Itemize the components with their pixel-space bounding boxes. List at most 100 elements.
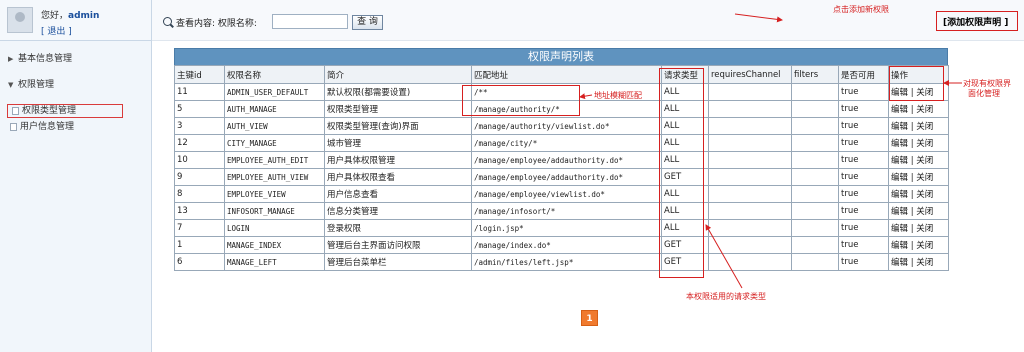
- close-link[interactable]: 关闭: [916, 122, 933, 132]
- cell-method: ALL: [661, 83, 709, 101]
- cell-desc: 权限类型管理: [324, 100, 472, 118]
- table-row: 10 EMPLOYEE_AUTH_EDIT 用户具体权限管理/manage/empl…: [174, 151, 949, 169]
- operations-note-line2: 面化管理: [968, 89, 1000, 98]
- cell-filters: [791, 117, 839, 135]
- sidebar-item-permission-type[interactable]: 权限类型管理: [7, 104, 123, 118]
- cell-channel: [708, 151, 792, 169]
- sidebar-item-label: 权限类型管理: [22, 106, 77, 116]
- cell-desc: 管理后台主界面访问权限: [324, 236, 472, 254]
- cell-desc: 用户信息查看: [324, 185, 472, 203]
- search-icon: [163, 17, 172, 26]
- logout-link[interactable]: [ 退出 ]: [41, 24, 72, 37]
- cell-id: 12: [174, 134, 225, 152]
- close-link[interactable]: 关闭: [916, 139, 933, 149]
- cell-method: GET: [661, 168, 709, 186]
- sidebar-item-label: 用户信息管理: [20, 122, 75, 132]
- close-link[interactable]: 关闭: [916, 207, 933, 217]
- permission-name-input[interactable]: [272, 14, 348, 29]
- table-row: 8 EMPLOYEE_VIEW 用户信息查看/manage/employee/vie…: [174, 185, 949, 203]
- menu-group-permission[interactable]: ▼ 权限管理: [0, 78, 151, 92]
- table-row: 12 CITY_MANAGE 城市管理/manage/city/* ALL true 编辑…: [174, 134, 949, 152]
- cell-enabled: true: [838, 151, 889, 169]
- cell-channel: [708, 185, 792, 203]
- cell-name: MANAGE_INDEX: [224, 236, 325, 254]
- add-permission-note: 点击添加新权限: [833, 5, 889, 14]
- table-row: 11 ADMIN_USER_DEFAULT 默认权限(都需要设置)/** ALL tru…: [174, 83, 949, 101]
- cell-url: /manage/authority/*: [471, 100, 662, 118]
- query-button[interactable]: 查 询: [352, 15, 383, 30]
- cell-method: ALL: [661, 202, 709, 220]
- add-permission-link[interactable]: [添加权限声明 ]: [943, 15, 1008, 28]
- pagination-current-page[interactable]: 1: [581, 310, 598, 326]
- close-link[interactable]: 关闭: [916, 173, 933, 183]
- cell-url: /manage/employee/addauthority.do*: [471, 151, 662, 169]
- edit-link[interactable]: 编辑: [891, 190, 908, 200]
- column-header: 请求类型: [661, 65, 709, 84]
- cell-filters: [791, 219, 839, 237]
- cell-method: ALL: [661, 185, 709, 203]
- edit-link[interactable]: 编辑: [891, 258, 908, 268]
- cell-id: 9: [174, 168, 225, 186]
- sidebar-item-user-info[interactable]: 用户信息管理: [6, 121, 74, 133]
- cell-desc: 用户具体权限查看: [324, 168, 472, 186]
- cell-id: 8: [174, 185, 225, 203]
- cell-operations: 编辑 | 关闭: [888, 100, 949, 118]
- cell-method: ALL: [661, 134, 709, 152]
- menu-group-basic-info[interactable]: ▶ 基本信息管理: [0, 52, 151, 66]
- cell-url: /manage/employee/viewlist.do*: [471, 185, 662, 203]
- cell-id: 1: [174, 236, 225, 254]
- cell-id: 5: [174, 100, 225, 118]
- edit-link[interactable]: 编辑: [891, 207, 908, 217]
- cell-id: 6: [174, 253, 225, 271]
- table-row: 9 EMPLOYEE_AUTH_VIEW 用户具体权限查看/manage/emplo…: [174, 168, 949, 186]
- cell-id: 7: [174, 219, 225, 237]
- cell-channel: [708, 100, 792, 118]
- cell-operations: 编辑 | 关闭: [888, 134, 949, 152]
- cell-desc: 信息分类管理: [324, 202, 472, 220]
- edit-link[interactable]: 编辑: [891, 173, 908, 183]
- cell-enabled: true: [838, 83, 889, 101]
- cell-operations: 编辑 | 关闭: [888, 236, 949, 254]
- close-link[interactable]: 关闭: [916, 190, 933, 200]
- document-icon: [12, 107, 19, 115]
- close-link[interactable]: 关闭: [916, 88, 933, 98]
- edit-link[interactable]: 编辑: [891, 156, 908, 166]
- cell-filters: [791, 168, 839, 186]
- cell-enabled: true: [838, 185, 889, 203]
- cell-method: ALL: [661, 219, 709, 237]
- cell-channel: [708, 117, 792, 135]
- request-type-note: 本权限适用的请求类型: [686, 292, 766, 301]
- user-panel: 您好，admin [ 退出 ]: [0, 0, 151, 41]
- cell-operations: 编辑 | 关闭: [888, 151, 949, 169]
- document-icon: [10, 123, 17, 131]
- cell-channel: [708, 168, 792, 186]
- cell-operations: 编辑 | 关闭: [888, 83, 949, 101]
- cell-filters: [791, 185, 839, 203]
- cell-enabled: true: [838, 117, 889, 135]
- cell-url: /manage/infosort/*: [471, 202, 662, 220]
- edit-link[interactable]: 编辑: [891, 139, 908, 149]
- cell-enabled: true: [838, 100, 889, 118]
- cell-desc: 登录权限: [324, 219, 472, 237]
- chevron-right-icon: ▶: [8, 55, 14, 63]
- cell-id: 11: [174, 83, 225, 101]
- cell-url: /manage/employee/addauthority.do*: [471, 168, 662, 186]
- table-header-row: 主键id 权限名称 简介 匹配地址 请求类型 requiresChannel f…: [174, 65, 949, 84]
- close-link[interactable]: 关闭: [916, 156, 933, 166]
- close-link[interactable]: 关闭: [916, 224, 933, 234]
- cell-method: ALL: [661, 151, 709, 169]
- edit-link[interactable]: 编辑: [891, 122, 908, 132]
- cell-name: CITY_MANAGE: [224, 134, 325, 152]
- column-header: requiresChannel: [708, 65, 792, 84]
- cell-channel: [708, 253, 792, 271]
- edit-link[interactable]: 编辑: [891, 224, 908, 234]
- close-link[interactable]: 关闭: [916, 241, 933, 251]
- edit-link[interactable]: 编辑: [891, 241, 908, 251]
- cell-channel: [708, 202, 792, 220]
- close-link[interactable]: 关闭: [916, 105, 933, 115]
- edit-link[interactable]: 编辑: [891, 105, 908, 115]
- table-row: 1 MANAGE_INDEX 管理后台主界面访问权限/manage/index.do…: [174, 236, 949, 254]
- menu-group-label: 权限管理: [18, 80, 55, 90]
- close-link[interactable]: 关闭: [916, 258, 933, 268]
- edit-link[interactable]: 编辑: [891, 88, 908, 98]
